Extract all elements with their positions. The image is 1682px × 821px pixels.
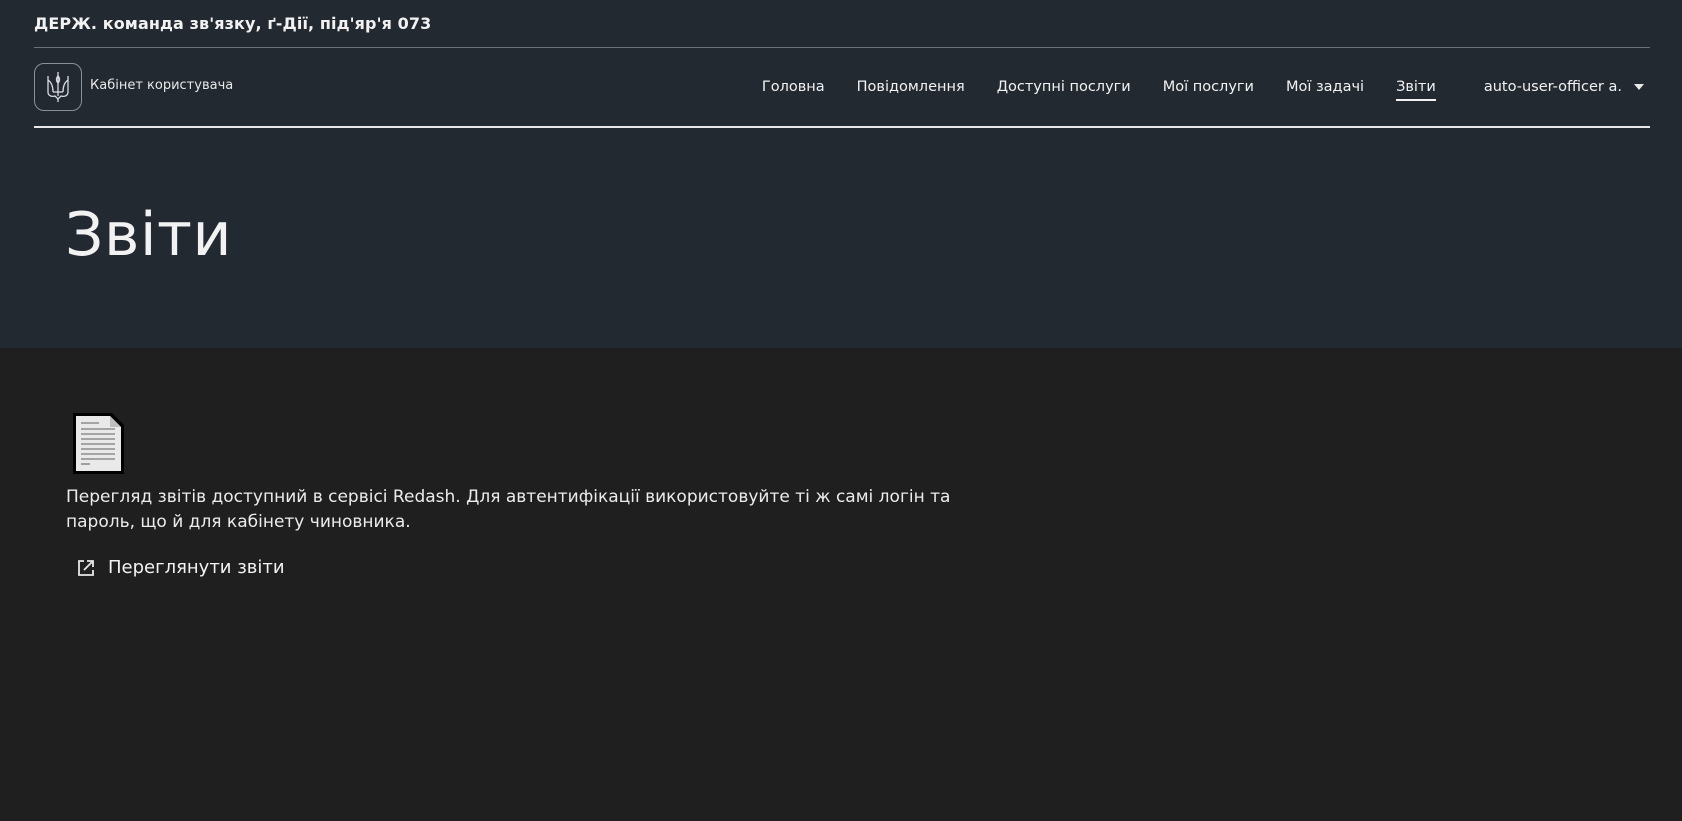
nav-item-home[interactable]: Головна: [762, 79, 825, 95]
document-icon: [72, 412, 125, 475]
user-name: auto-user-officer a.: [1483, 79, 1622, 95]
nav-item-my-tasks[interactable]: Мої задачі: [1286, 79, 1364, 95]
trident-icon: [47, 72, 69, 102]
main-nav: Головна Повідомлення Доступні послуги Мо…: [730, 75, 1650, 101]
org-bar: ДЕРЖ. команда зв'язку, ґ-Дії, під'яр'я 0…: [34, 0, 1650, 48]
nav-item-my-services[interactable]: Мої послуги: [1163, 79, 1254, 95]
nav-item-available-services[interactable]: Доступні послуги: [997, 79, 1131, 95]
external-link-icon: [78, 559, 94, 576]
logo-link[interactable]: [34, 63, 82, 111]
header: Кабінет користувача Головна Повідомлення…: [34, 48, 1650, 128]
view-reports-link[interactable]: Переглянути звіти: [76, 557, 285, 578]
page-title: Звіти: [65, 200, 232, 270]
nav-item-notifications[interactable]: Повідомлення: [857, 79, 965, 95]
top-section: ДЕРЖ. команда зв'язку, ґ-Дії, під'яр'я 0…: [0, 0, 1682, 348]
org-name: ДЕРЖ. команда зв'язку, ґ-Дії, під'яр'я 0…: [34, 14, 432, 33]
reports-description: Перегляд звітів доступний в сервісі Reda…: [66, 487, 951, 532]
logo-label: Кабінет користувача: [90, 78, 234, 93]
chevron-down-icon: [1634, 84, 1644, 90]
user-menu[interactable]: auto-user-officer a.: [1484, 79, 1650, 95]
nav-item-reports[interactable]: Звіти: [1396, 79, 1436, 101]
view-reports-label: Переглянути звіти: [108, 557, 285, 578]
